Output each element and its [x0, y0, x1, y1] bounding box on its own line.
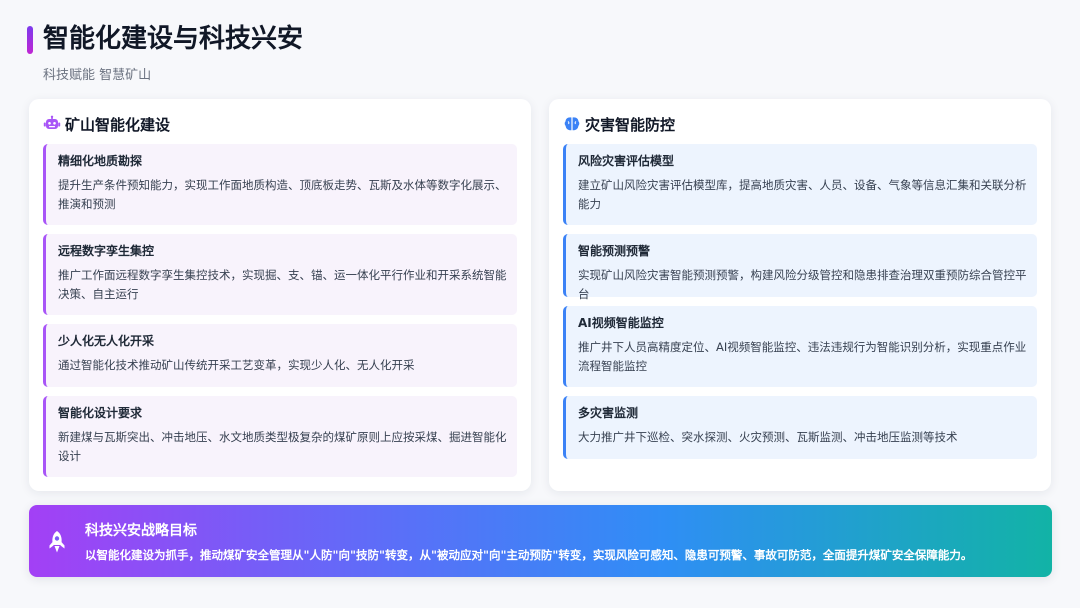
robot-icon [43, 115, 61, 133]
panel-title: 灾害智能防控 [585, 115, 676, 134]
panel-header: 矿山智能化建设 [43, 113, 170, 135]
list-item: 智能化设计要求 新建煤与瓦斯突出、冲击地压、水文地质类型极复杂的煤矿原则上应按采… [43, 396, 517, 477]
list-item: 多灾害监测 大力推广井下巡检、突水探测、火灾预测、瓦斯监测、冲击地压监测等技术 [563, 396, 1037, 459]
mine-intelligence-panel: 矿山智能化建设 精细化地质勘探 提升生产条件预知能力，实现工作面地质构造、顶底板… [29, 99, 531, 491]
banner-text: 以智能化建设为抓手，推动煤矿安全管理从"人防"向"技防"转变，从"被动应对"向"… [85, 548, 973, 562]
item-description: 推广工作面远程数字孪生集控技术，实现掘、支、锚、运一体化平行作业和开采系统智能决… [58, 268, 507, 301]
item-title: 多灾害监测 [578, 406, 639, 420]
item-title: 少人化无人化开采 [58, 334, 155, 348]
list-item: AI视频智能监控 推广井下人员高精度定位、AI视频智能监控、违法违规行为智能识别… [563, 306, 1037, 387]
item-description: 新建煤与瓦斯突出、冲击地压、水文地质类型极复杂的煤矿原则上应按采煤、掘进智能化设… [58, 430, 507, 463]
item-title: 智能化设计要求 [58, 406, 143, 420]
strategy-banner: 科技兴安战略目标 以智能化建设为抓手，推动煤矿安全管理从"人防"向"技防"转变，… [29, 505, 1052, 577]
list-item: 智能预测预警 实现矿山风险灾害智能预测预警，构建风险分级管控和隐患排查治理双重预… [563, 234, 1037, 301]
page-title: 智能化建设与科技兴安 [43, 24, 304, 54]
item-description: 大力推广井下巡检、突水探测、火灾预测、瓦斯监测、冲击地压监测等技术 [578, 430, 958, 444]
item-description: 提升生产条件预知能力，实现工作面地质构造、顶底板走势、瓦斯及水体等数字化展示、推… [58, 178, 507, 211]
list-item: 远程数字孪生集控 推广工作面远程数字孪生集控技术，实现掘、支、锚、运一体化平行作… [43, 234, 517, 315]
item-description: 实现矿山风险灾害智能预测预警，构建风险分级管控和隐患排查治理双重预防综合管控平台 [578, 268, 1027, 301]
item-description: 推广井下人员高精度定位、AI视频智能监控、违法违规行为智能识别分析，实现重点作业… [578, 340, 1027, 373]
rocket-icon [44, 529, 70, 555]
panel-header: 灾害智能防控 [563, 113, 675, 135]
item-title: 风险灾害评估模型 [578, 154, 675, 168]
item-title: AI视频智能监控 [578, 316, 664, 330]
item-title: 智能预测预警 [578, 244, 651, 258]
list-item: 精细化地质勘探 提升生产条件预知能力，实现工作面地质构造、顶底板走势、瓦斯及水体… [43, 144, 517, 225]
banner-title: 科技兴安战略目标 [85, 523, 197, 539]
item-title: 远程数字孪生集控 [58, 244, 155, 258]
title-accent-bar [27, 26, 33, 54]
item-description: 通过智能化技术推动矿山传统开采工艺变革，实现少人化、无人化开采 [58, 358, 415, 372]
disaster-prevention-panel: 灾害智能防控 风险灾害评估模型 建立矿山风险灾害评估模型库，提高地质灾害、人员、… [549, 99, 1051, 491]
panel-title: 矿山智能化建设 [65, 115, 171, 134]
list-item: 风险灾害评估模型 建立矿山风险灾害评估模型库，提高地质灾害、人员、设备、气象等信… [563, 144, 1037, 225]
brain-icon [563, 115, 581, 133]
item-description: 建立矿山风险灾害评估模型库，提高地质灾害、人员、设备、气象等信息汇集和关联分析能… [578, 178, 1027, 211]
list-item: 少人化无人化开采 通过智能化技术推动矿山传统开采工艺变革，实现少人化、无人化开采 [43, 324, 517, 387]
page-subtitle: 科技赋能 智慧矿山 [43, 68, 152, 83]
item-title: 精细化地质勘探 [58, 154, 143, 168]
